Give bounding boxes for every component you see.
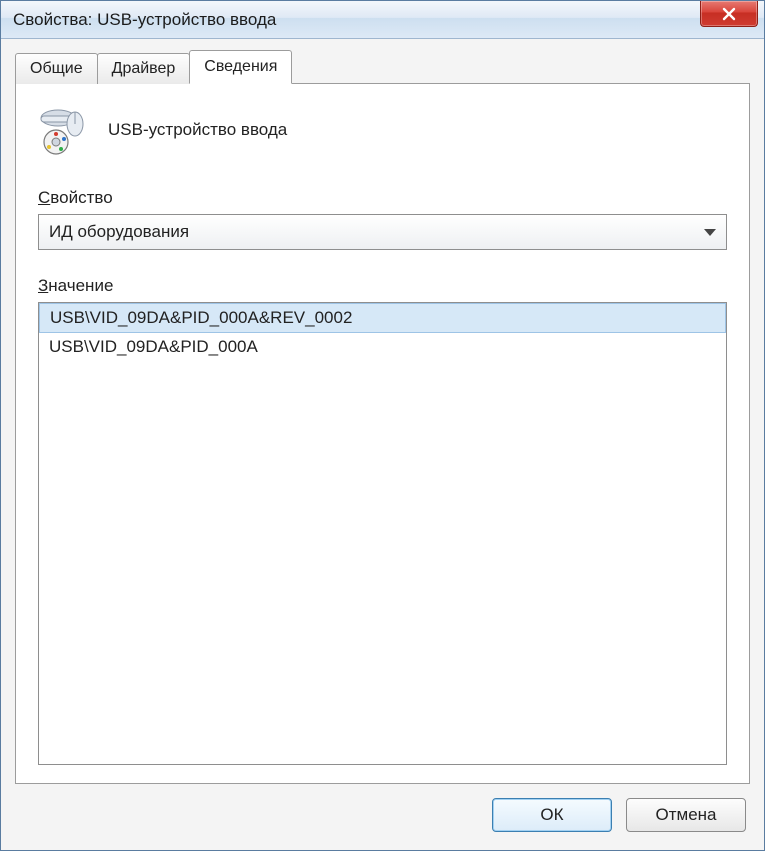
close-button[interactable] (700, 1, 758, 27)
button-bar: ОК Отмена (15, 784, 750, 836)
tab-details[interactable]: Сведения (189, 50, 292, 84)
titlebar[interactable]: Свойства: USB-устройство ввода (1, 1, 764, 39)
client-area: Общие Драйвер Сведения (1, 39, 764, 850)
list-item[interactable]: USB\VID_09DA&PID_000A (39, 333, 726, 361)
ok-button[interactable]: ОК (492, 798, 612, 832)
chevron-down-icon (704, 229, 716, 236)
device-name: USB-устройство ввода (108, 120, 287, 140)
device-hid-icon (38, 106, 86, 154)
window-title: Свойства: USB-устройство ввода (13, 10, 276, 30)
list-item[interactable]: USB\VID_09DA&PID_000A&REV_0002 (39, 303, 726, 333)
property-combobox[interactable]: ИД оборудования (38, 214, 727, 250)
tabstrip: Общие Драйвер Сведения (15, 49, 750, 83)
close-icon (721, 7, 737, 21)
value-listbox[interactable]: USB\VID_09DA&PID_000A&REV_0002 USB\VID_0… (38, 302, 727, 765)
tab-driver[interactable]: Драйвер (97, 53, 191, 84)
cancel-button[interactable]: Отмена (626, 798, 746, 832)
value-label: Значение (38, 276, 727, 296)
properties-dialog: Свойства: USB-устройство ввода Общие Дра… (0, 0, 765, 851)
tab-panel-details: USB-устройство ввода Свойство ИД оборудо… (15, 83, 750, 784)
property-combobox-value: ИД оборудования (49, 222, 189, 242)
device-header: USB-устройство ввода (38, 106, 727, 154)
property-label: Свойство (38, 188, 727, 208)
tab-general[interactable]: Общие (15, 53, 98, 84)
